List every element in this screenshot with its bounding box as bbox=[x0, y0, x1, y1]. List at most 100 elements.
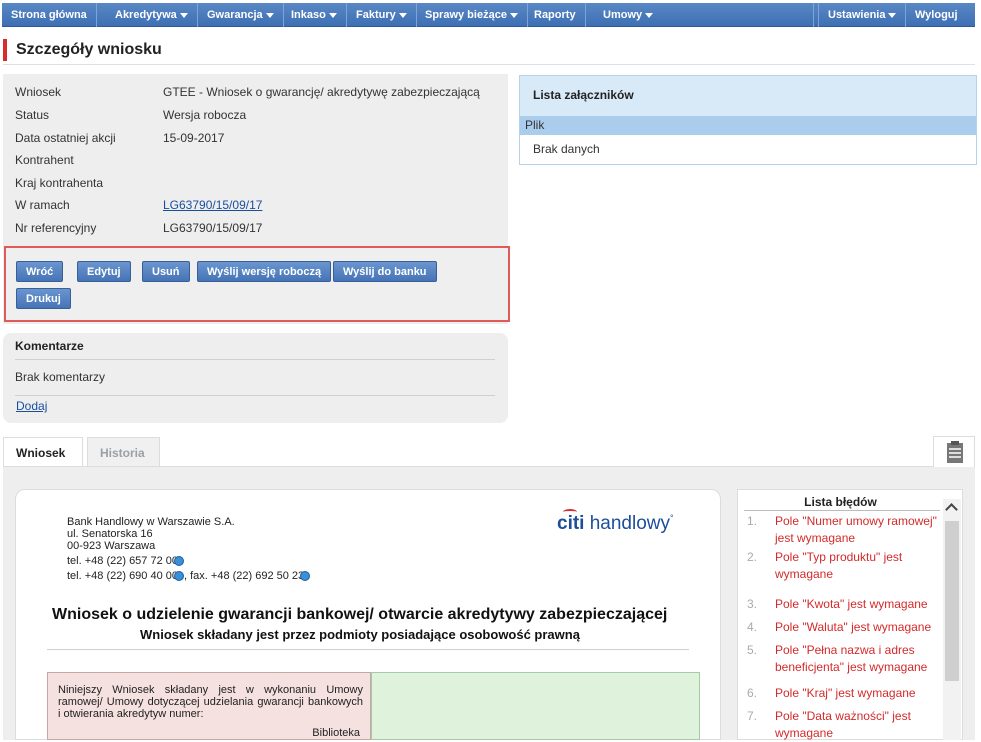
detail-label: Status bbox=[15, 108, 50, 122]
detail-label: Kraj kontrahenta bbox=[15, 176, 104, 190]
attachments-header: Lista załączników bbox=[520, 76, 976, 116]
agreement-label-cell: Niniejszy Wniosek składany jest w wykona… bbox=[47, 672, 371, 740]
caret-down-icon bbox=[888, 12, 897, 18]
registered-mark: ° bbox=[670, 513, 674, 523]
nav-bar: Strona główna Akredytywa Gwarancja Inkas… bbox=[2, 3, 975, 27]
caret-down-icon bbox=[179, 12, 188, 18]
globe-icon[interactable] bbox=[174, 556, 184, 567]
nav-item-inkaso[interactable]: Inkaso bbox=[282, 3, 347, 27]
globe-icon[interactable] bbox=[174, 571, 184, 582]
logo-citi: citi bbox=[557, 513, 585, 534]
error-text: Pole "Kwota" jest wymagane bbox=[775, 597, 928, 611]
nav-item-logout[interactable]: Wyloguj bbox=[906, 3, 967, 27]
error-number: 2. bbox=[747, 550, 758, 564]
scroll-up-icon[interactable] bbox=[943, 499, 961, 517]
edit-button[interactable]: Edytuj bbox=[77, 261, 131, 282]
attachments-column-file[interactable]: Plik bbox=[520, 116, 976, 135]
nav-label: Sprawy bieżące bbox=[425, 9, 507, 21]
error-number: 5. bbox=[747, 643, 758, 657]
document-title: Wniosek o udzielenie gwarancji bankowej/… bbox=[52, 606, 668, 623]
detail-label: Wniosek bbox=[15, 85, 62, 99]
send-to-bank-button[interactable]: Wyślij do banku bbox=[333, 261, 437, 282]
nav-label: Strona główna bbox=[11, 9, 87, 21]
attachments-title: Lista załączników bbox=[533, 88, 634, 102]
error-text: Pole "Numer umowy ramowej" jest wymagane bbox=[775, 514, 937, 545]
tab-historia[interactable]: Historia bbox=[87, 437, 160, 467]
errors-scrollbar[interactable] bbox=[943, 499, 961, 740]
clipboard-icon[interactable] bbox=[933, 436, 975, 468]
agreement-number-field[interactable] bbox=[371, 672, 700, 740]
attachments-empty: Brak danych bbox=[533, 142, 600, 156]
detail-value: LG63790/15/09/17 bbox=[163, 221, 263, 235]
detail-label: Kontrahent bbox=[15, 153, 74, 167]
bank-phone-1: tel. +48 (22) 657 72 00 bbox=[67, 555, 184, 567]
nav-item-home[interactable]: Strona główna bbox=[2, 3, 97, 27]
error-number: 3. bbox=[747, 597, 758, 611]
bank-city: 00-923 Warszawa bbox=[67, 540, 156, 552]
error-text: Pole "Pełna nazwa i adres beneficjenta" … bbox=[775, 643, 928, 674]
error-text: Pole "Typ produktu" jest wymagane bbox=[775, 550, 903, 581]
error-text: Pole "Kraj" jest wymagane bbox=[775, 686, 916, 700]
error-number: 7. bbox=[747, 709, 758, 723]
print-button[interactable]: Drukuj bbox=[16, 288, 71, 309]
divider bbox=[744, 510, 940, 511]
bank-street: ul. Senatorska 16 bbox=[67, 528, 153, 540]
nav-item-faktury[interactable]: Faktury bbox=[347, 3, 417, 27]
attachments-panel: Lista załączników Plik Brak danych bbox=[519, 75, 977, 165]
error-number: 1. bbox=[747, 514, 758, 528]
logo-handlowy: handlowy bbox=[584, 513, 671, 534]
nav-label: Faktury bbox=[356, 9, 396, 21]
nav-item-akredytywa[interactable]: Akredytywa bbox=[106, 3, 198, 27]
divider bbox=[3, 64, 975, 65]
detail-label: W ramach bbox=[15, 198, 70, 212]
detail-label: Data ostatniej akcji bbox=[15, 131, 116, 145]
caret-down-icon bbox=[265, 12, 274, 18]
document-subtitle: Wniosek składany jest przez podmioty pos… bbox=[140, 627, 580, 642]
page-title: Szczegóły wniosku bbox=[3, 39, 162, 61]
send-draft-button[interactable]: Wyślij wersję roboczą bbox=[197, 261, 332, 282]
phone-text: tel. +48 (22) 657 72 00 bbox=[67, 555, 178, 567]
nav-label: Ustawienia bbox=[828, 9, 886, 21]
add-comment-link[interactable]: Dodaj bbox=[16, 399, 47, 413]
error-text: Pole "Data ważności" jest wymagane bbox=[775, 709, 911, 740]
nav-label: Umowy bbox=[603, 9, 643, 21]
logo-arc-icon bbox=[563, 509, 577, 515]
detail-label: Nr referencyjny bbox=[15, 221, 97, 235]
detail-value: 15-09-2017 bbox=[163, 131, 225, 145]
comments-panel: Komentarze Brak komentarzy Dodaj bbox=[3, 333, 508, 423]
nav-item-ustawienia[interactable]: Ustawienia bbox=[818, 3, 907, 27]
caret-down-icon bbox=[509, 12, 518, 18]
globe-icon[interactable] bbox=[300, 571, 311, 582]
errors-title: Lista błędów bbox=[804, 495, 877, 509]
back-button[interactable]: Wróć bbox=[16, 261, 64, 282]
nav-item-sprawy-biezace[interactable]: Sprawy bieżące bbox=[416, 3, 528, 27]
divider bbox=[47, 649, 689, 650]
comments-title: Komentarze bbox=[15, 339, 84, 353]
caret-down-icon bbox=[398, 12, 407, 18]
tab-wniosek[interactable]: Wniosek bbox=[3, 437, 83, 467]
action-buttons-box: Wróć Edytuj Usuń Wyślij wersję roboczą W… bbox=[4, 246, 510, 322]
nav-label: Raporty bbox=[534, 9, 576, 21]
comments-empty: Brak komentarzy bbox=[15, 370, 106, 384]
error-number: 6. bbox=[747, 686, 758, 700]
divider bbox=[15, 395, 495, 396]
bank-phone-2: tel. +48 (22) 690 40 00 , fax. +48 (22) 6… bbox=[67, 570, 311, 582]
detail-value: Wersja robocza bbox=[163, 108, 247, 122]
caret-down-icon bbox=[645, 12, 654, 18]
framework-link[interactable]: LG63790/15/09/17 bbox=[163, 196, 262, 214]
nav-item-gwarancja[interactable]: Gwarancja bbox=[198, 3, 284, 27]
bank-name: Bank Handlowy w Warszawie S.A. bbox=[67, 516, 235, 528]
nav-label: Wyloguj bbox=[915, 9, 958, 21]
delete-button[interactable]: Usuń bbox=[142, 261, 190, 282]
scrollbar-thumb[interactable] bbox=[945, 521, 959, 681]
nav-item-umowy[interactable]: Umowy bbox=[594, 3, 814, 27]
caret-down-icon bbox=[328, 12, 337, 18]
fax-text: , fax. +48 (22) 692 50 23 bbox=[184, 570, 305, 582]
biblioteka-label: Biblioteka bbox=[312, 727, 360, 739]
detail-value: GTEE - Wniosek o gwarancję/ akredytywę z… bbox=[163, 85, 480, 99]
agreement-text: Niniejszy Wniosek składany jest w wykona… bbox=[58, 684, 363, 720]
error-number: 4. bbox=[747, 620, 758, 634]
phone-text: tel. +48 (22) 690 40 00 bbox=[67, 570, 178, 582]
nav-label: Inkaso bbox=[291, 9, 326, 21]
nav-item-raporty[interactable]: Raporty bbox=[525, 3, 586, 27]
